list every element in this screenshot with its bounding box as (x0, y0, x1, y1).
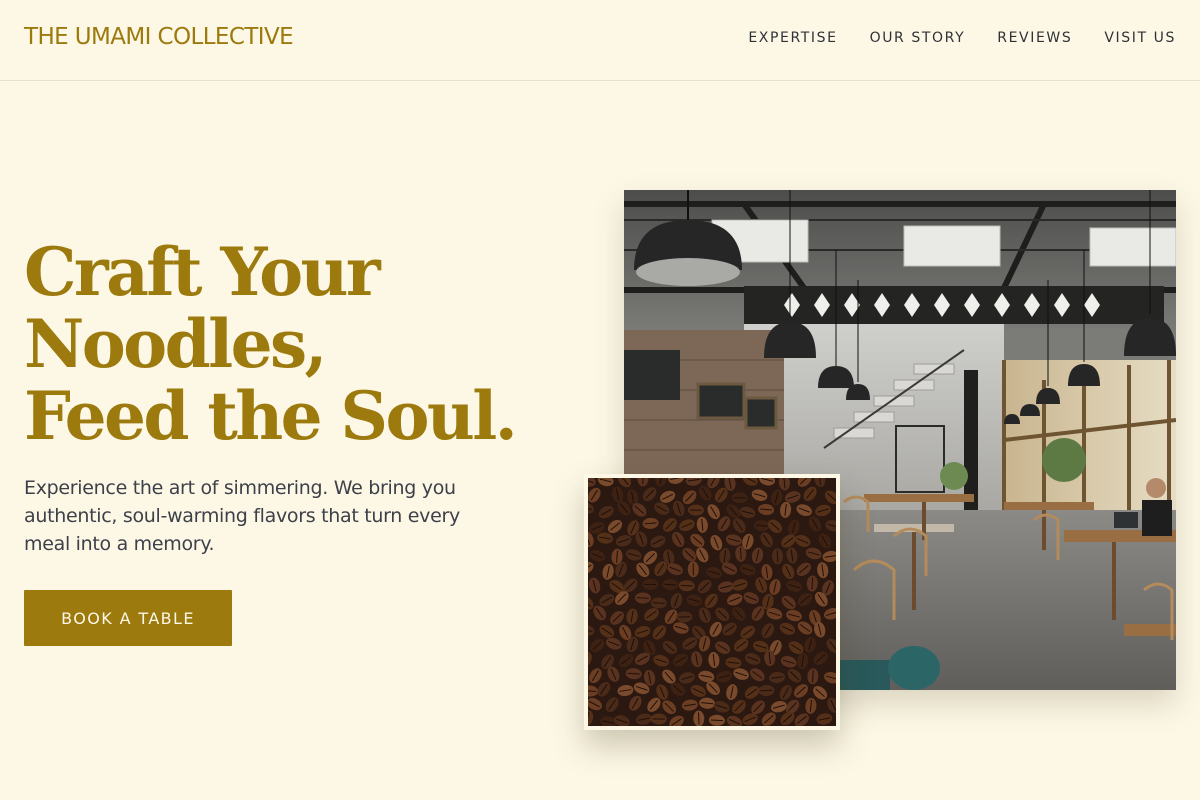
nav-expertise[interactable]: EXPERTISE (748, 30, 837, 46)
hero-title-line-3: Feed the Soul. (24, 377, 518, 455)
landing-page: THE UMAMI COLLECTIVE EXPERTISE OUR STORY… (0, 0, 1200, 800)
hero-title-line-2: Noodles, (24, 305, 328, 383)
nav-our-story[interactable]: OUR STORY (870, 30, 966, 46)
nav-reviews[interactable]: REVIEWS (997, 30, 1072, 46)
logo[interactable]: THE UMAMI COLLECTIVE (24, 24, 294, 50)
main-nav: EXPERTISE OUR STORY REVIEWS VISIT US (748, 30, 1176, 46)
coffee-beans-image (584, 474, 840, 730)
hero-title: Craft Your Noodles, Feed the Soul. (24, 236, 544, 452)
book-table-button[interactable]: BOOK A TABLE (24, 590, 232, 646)
hero-subtitle: Experience the art of simmering. We brin… (24, 477, 460, 555)
site-header: THE UMAMI COLLECTIVE EXPERTISE OUR STORY… (0, 0, 1200, 81)
nav-visit-us[interactable]: VISIT US (1104, 30, 1176, 46)
hero-title-line-1: Craft Your (24, 233, 381, 311)
